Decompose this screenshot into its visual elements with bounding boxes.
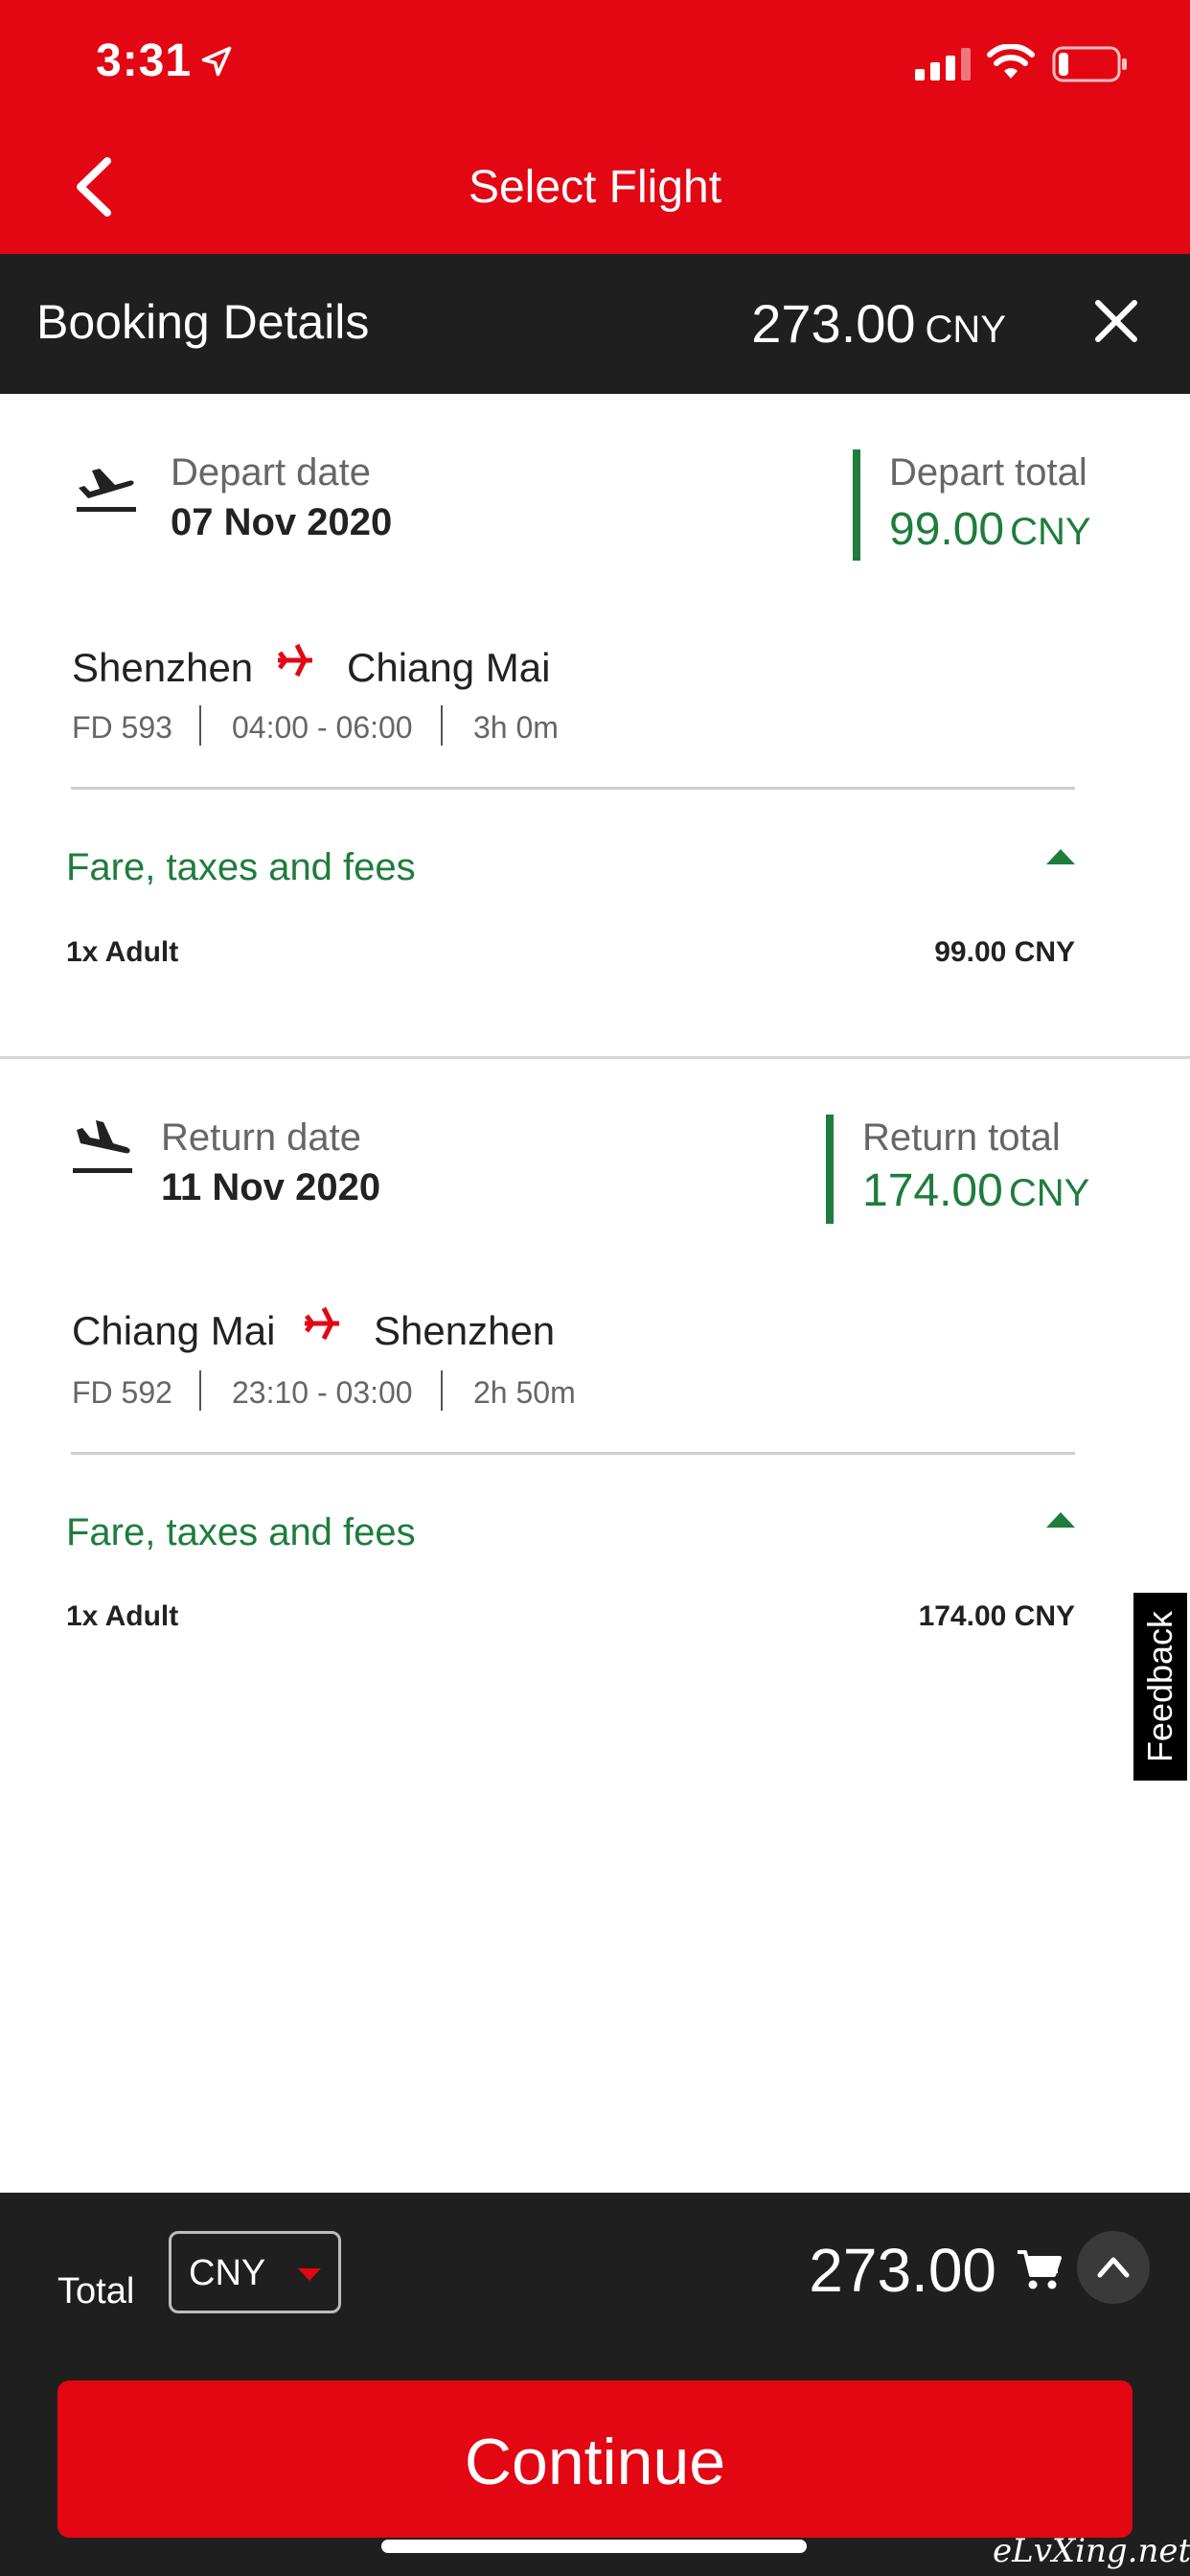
depart-origin-city: Shenzhen xyxy=(72,645,254,690)
return-destination-city: Shenzhen xyxy=(374,1308,556,1353)
grand-total: 273.00 xyxy=(809,2236,996,2305)
plane-icon xyxy=(278,643,312,678)
continue-label: Continue xyxy=(464,2426,726,2498)
depart-destination-city: Chiang Mai xyxy=(347,645,551,690)
meta-separator xyxy=(441,1370,443,1411)
plane-icon xyxy=(305,1306,339,1341)
meta-separator xyxy=(199,1370,201,1411)
page-title: Select Flight xyxy=(468,162,722,213)
depart-date-value: 07 Nov 2020 xyxy=(171,501,393,543)
watermark: eLvXing.net xyxy=(993,2532,1190,2570)
booking-total-currency: CNY xyxy=(925,309,1006,351)
depart-section: Depart date 07 Nov 2020 Depart total 99.… xyxy=(0,394,1190,1056)
divider xyxy=(71,1452,1075,1455)
divider xyxy=(71,787,1075,790)
depart-flight-time: 04:00 - 06:00 xyxy=(232,710,413,745)
app-header: 3:31 Select Flight xyxy=(0,0,1190,254)
status-time: 3:31 xyxy=(96,35,193,86)
footer-total-label: Total xyxy=(57,2271,135,2312)
return-origin-city: Chiang Mai xyxy=(72,1308,276,1353)
collapse-caret-icon[interactable] xyxy=(1044,847,1077,866)
booking-details-bar: Booking Details 273.00 CNY xyxy=(0,254,1190,394)
depart-passenger-label: 1x Adult xyxy=(66,936,179,968)
chevron-up-icon xyxy=(1097,2257,1130,2278)
return-total-value: 174.00 CNY xyxy=(862,1164,1089,1217)
return-flight-duration: 2h 50m xyxy=(473,1375,576,1410)
expand-summary-button[interactable] xyxy=(1077,2231,1150,2304)
booking-total-amount: 273.00 xyxy=(751,293,916,354)
takeoff-plane-icon xyxy=(77,469,136,512)
booking-total: 273.00 CNY xyxy=(751,292,1006,355)
return-total-amount: 174.00 xyxy=(862,1165,1003,1216)
depart-total-accent xyxy=(853,449,860,561)
meta-separator xyxy=(199,705,201,746)
feedback-tab[interactable]: Feedback xyxy=(1133,1593,1187,1781)
return-flight-time: 23:10 - 03:00 xyxy=(232,1375,413,1410)
depart-total-currency: CNY xyxy=(1010,511,1091,553)
home-indicator xyxy=(381,2540,807,2553)
battery-icon xyxy=(1052,46,1127,82)
dropdown-arrow-icon xyxy=(298,2268,321,2281)
cellular-signal-icon xyxy=(915,48,971,80)
return-passenger-amount: 174.00 CNY xyxy=(918,1600,1075,1632)
location-arrow-icon xyxy=(201,46,232,77)
depart-passenger-amount: 99.00 CNY xyxy=(934,936,1075,968)
return-fare-toggle[interactable]: Fare, taxes and fees xyxy=(66,1511,416,1554)
return-date-label: Return date xyxy=(161,1116,362,1159)
continue-button[interactable]: Continue xyxy=(57,2380,1133,2538)
depart-date-label: Depart date xyxy=(171,451,372,494)
close-icon[interactable] xyxy=(1092,297,1140,345)
return-total-label: Return total xyxy=(862,1116,1061,1159)
booking-details-title: Booking Details xyxy=(36,295,370,349)
depart-total-label: Depart total xyxy=(889,451,1087,494)
currency-select-value: CNY xyxy=(189,2253,266,2293)
return-date-value: 11 Nov 2020 xyxy=(161,1166,381,1208)
depart-total-amount: 99.00 xyxy=(889,504,1005,555)
cart-icon xyxy=(1018,2250,1062,2289)
return-total-accent xyxy=(826,1115,834,1224)
depart-flight-number: FD 593 xyxy=(72,710,172,745)
meta-separator xyxy=(441,705,443,746)
landing-plane-icon xyxy=(73,1120,132,1173)
depart-flight-duration: 3h 0m xyxy=(473,710,559,745)
feedback-label: Feedback xyxy=(1140,1610,1179,1763)
depart-total-value: 99.00 CNY xyxy=(889,503,1091,556)
depart-fare-toggle[interactable]: Fare, taxes and fees xyxy=(66,846,416,889)
return-flight-number: FD 592 xyxy=(72,1375,172,1410)
currency-select[interactable]: CNY xyxy=(169,2231,341,2313)
wifi-icon xyxy=(987,44,1035,79)
return-passenger-label: 1x Adult xyxy=(66,1600,179,1632)
return-section: Return date 11 Nov 2020 Return total 174… xyxy=(0,1059,1190,1730)
return-total-currency: CNY xyxy=(1008,1172,1090,1214)
footer-bar: Total CNY 273.00 Continue eLvXing.net xyxy=(0,2193,1190,2576)
collapse-caret-icon[interactable] xyxy=(1044,1510,1077,1530)
